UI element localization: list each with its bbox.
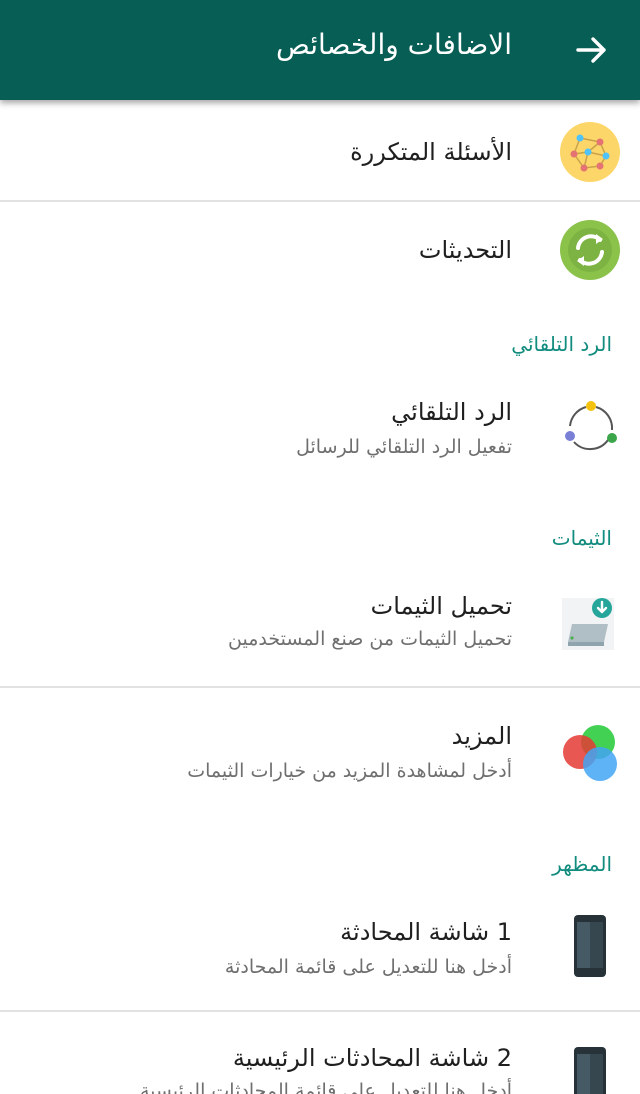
phone-icon [574, 915, 606, 977]
section-header-appearance: المظهر [552, 852, 612, 876]
list-item-faq[interactable]: الأسئلة المتكررة [0, 100, 640, 200]
list-item-more[interactable]: المزيد أدخل لمشاهدة المزيد من خيارات الث… [0, 688, 640, 804]
section-header-themes: الثيمات [551, 526, 612, 550]
app-bar: الاضافات والخصائص [0, 0, 640, 100]
list-item-themes-download[interactable]: تحميل الثيمات تحميل الثيمات من صنع المست… [0, 570, 640, 686]
list-item-auto-reply[interactable]: الرد التلقائي تفعيل الرد التلقائي للرسائ… [0, 380, 640, 490]
item-title: تحميل الثيمات [370, 592, 512, 620]
item-title: المزيد [451, 722, 512, 750]
phone-icon [574, 1047, 606, 1094]
item-title: التحديثات [418, 236, 512, 264]
list-item-main-chats-screen[interactable]: 2 شاشة المحادثات الرئيسية أدخل هنا للتعد… [0, 1012, 640, 1094]
download-icon [562, 598, 614, 650]
network-icon [560, 122, 620, 182]
section-header-auto-reply: الرد التلقائي [511, 332, 612, 356]
color-circles-icon [563, 725, 617, 781]
item-title: الأسئلة المتكررة [350, 138, 512, 166]
list-item-updates[interactable]: التحديثات [0, 202, 640, 300]
item-title: 1 شاشة المحادثة [340, 918, 512, 946]
item-subtitle: أدخل لمشاهدة المزيد من خيارات الثيمات [187, 760, 512, 782]
page-title: الاضافات والخصائص [275, 28, 512, 61]
refresh-icon [560, 220, 620, 280]
item-subtitle: أدخل هنا للتعديل على قائمة المحادثات الر… [139, 1080, 512, 1094]
list-item-chat-screen[interactable]: 1 شاشة المحادثة أدخل هنا للتعديل على قائ… [0, 900, 640, 1010]
item-title: 2 شاشة المحادثات الرئيسية [232, 1044, 512, 1072]
item-title: الرد التلقائي [391, 398, 512, 426]
item-subtitle: أدخل هنا للتعديل على قائمة المحادثة [224, 956, 512, 978]
arrow-icon[interactable] [574, 32, 610, 68]
item-subtitle: تفعيل الرد التلقائي للرسائل [296, 436, 512, 458]
item-subtitle: تحميل الثيمات من صنع المستخدمين [228, 628, 512, 650]
auto-reply-icon [565, 401, 617, 451]
